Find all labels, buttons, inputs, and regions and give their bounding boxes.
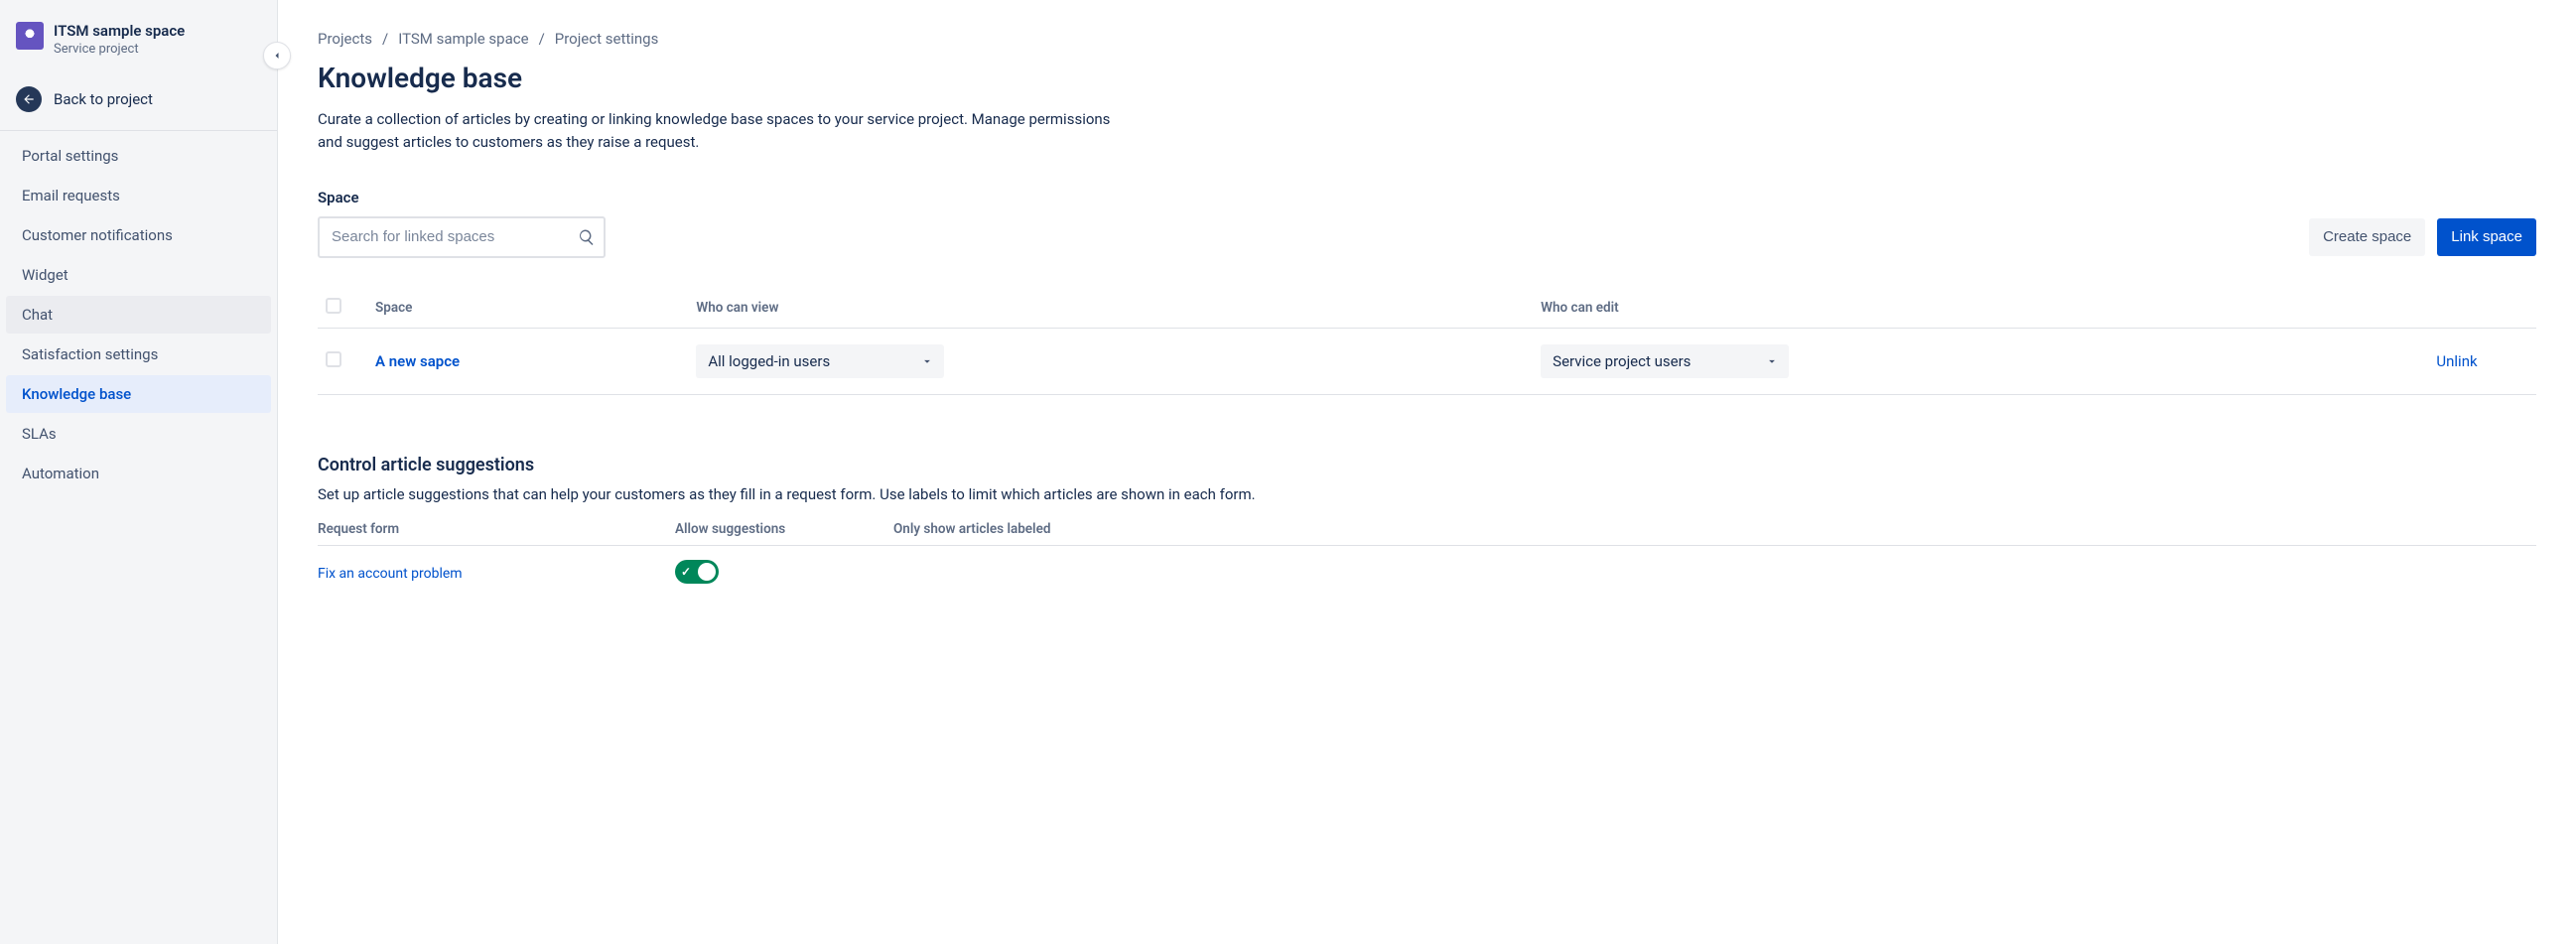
sidebar-item-customer-notifications[interactable]: Customer notifications: [6, 216, 271, 254]
suggestions-description: Set up article suggestions that can help…: [318, 485, 2536, 503]
sidebar-item-email-requests[interactable]: Email requests: [6, 177, 271, 214]
unlink-button[interactable]: Unlink: [2436, 352, 2477, 370]
who-can-edit-select[interactable]: Service project users: [1541, 344, 1789, 378]
row-checkbox[interactable]: [326, 351, 341, 367]
space-search-box: [318, 216, 606, 258]
linked-spaces-table: Space Who can view Who can edit A new sa…: [318, 288, 2536, 395]
col-edit: Who can edit: [1533, 288, 2377, 329]
main-content: Projects / ITSM sample space / Project s…: [278, 0, 2576, 944]
sidebar-collapse-button[interactable]: [263, 42, 291, 69]
project-subtitle: Service project: [54, 42, 185, 57]
sidebar-item-automation[interactable]: Automation: [6, 455, 271, 492]
breadcrumb-separator: /: [539, 30, 545, 48]
table-row: A new sapce All logged-in users Service pr…: [318, 328, 2536, 394]
suggestions-section: Control article suggestions Set up artic…: [318, 455, 2536, 602]
col-view: Who can view: [688, 288, 1533, 329]
col-allow: Allow suggestions: [675, 521, 893, 537]
suggestions-title: Control article suggestions: [318, 455, 2536, 475]
sidebar-item-knowledge-base[interactable]: Knowledge base: [6, 375, 271, 413]
space-section-label: Space: [318, 189, 2536, 206]
back-to-project-button[interactable]: Back to project: [0, 74, 277, 124]
suggestion-row: Fix an account problem ✓: [318, 546, 2536, 602]
chevron-down-icon: [1765, 354, 1779, 368]
project-avatar-icon: [16, 22, 44, 50]
sidebar: ITSM sample space Service project Back t…: [0, 0, 278, 944]
sidebar-item-portal-settings[interactable]: Portal settings: [6, 137, 271, 175]
sidebar-item-chat[interactable]: Chat: [6, 296, 271, 334]
breadcrumb-separator: /: [382, 30, 388, 48]
col-space: Space: [367, 288, 688, 329]
space-search-input[interactable]: [318, 216, 606, 258]
col-labels: Only show articles labeled: [893, 521, 1050, 537]
select-all-checkbox[interactable]: [326, 298, 341, 314]
suggestions-header: Request form Allow suggestions Only show…: [318, 521, 2536, 546]
breadcrumb-item[interactable]: ITSM sample space: [398, 30, 528, 48]
space-toolbar: Create space Link space: [318, 216, 2536, 258]
chevron-down-icon: [920, 354, 934, 368]
link-space-button[interactable]: Link space: [2437, 218, 2536, 256]
breadcrumb: Projects / ITSM sample space / Project s…: [318, 30, 2536, 48]
page-description: Curate a collection of articles by creat…: [318, 108, 1132, 155]
who-can-view-select[interactable]: All logged-in users: [696, 344, 944, 378]
space-name-link[interactable]: A new sapce: [375, 352, 460, 370]
page-title: Knowledge base: [318, 62, 2536, 94]
breadcrumb-item[interactable]: Project settings: [555, 30, 659, 48]
request-form-link[interactable]: Fix an account problem: [318, 566, 463, 582]
breadcrumb-item[interactable]: Projects: [318, 30, 372, 48]
back-label: Back to project: [54, 90, 153, 108]
sidebar-nav: Portal settingsEmail requestsCustomer no…: [0, 137, 277, 492]
back-arrow-icon: [16, 86, 42, 112]
project-header: ITSM sample space Service project: [0, 12, 277, 74]
allow-suggestions-toggle[interactable]: ✓: [675, 560, 719, 584]
project-title: ITSM sample space: [54, 22, 185, 40]
create-space-button[interactable]: Create space: [2309, 218, 2425, 256]
divider: [0, 130, 277, 131]
search-icon: [578, 228, 596, 246]
sidebar-item-widget[interactable]: Widget: [6, 256, 271, 294]
col-request-form: Request form: [318, 521, 675, 537]
sidebar-item-slas[interactable]: SLAs: [6, 415, 271, 453]
sidebar-item-satisfaction-settings[interactable]: Satisfaction settings: [6, 336, 271, 373]
chevron-left-icon: [271, 50, 283, 62]
check-icon: ✓: [681, 565, 691, 579]
